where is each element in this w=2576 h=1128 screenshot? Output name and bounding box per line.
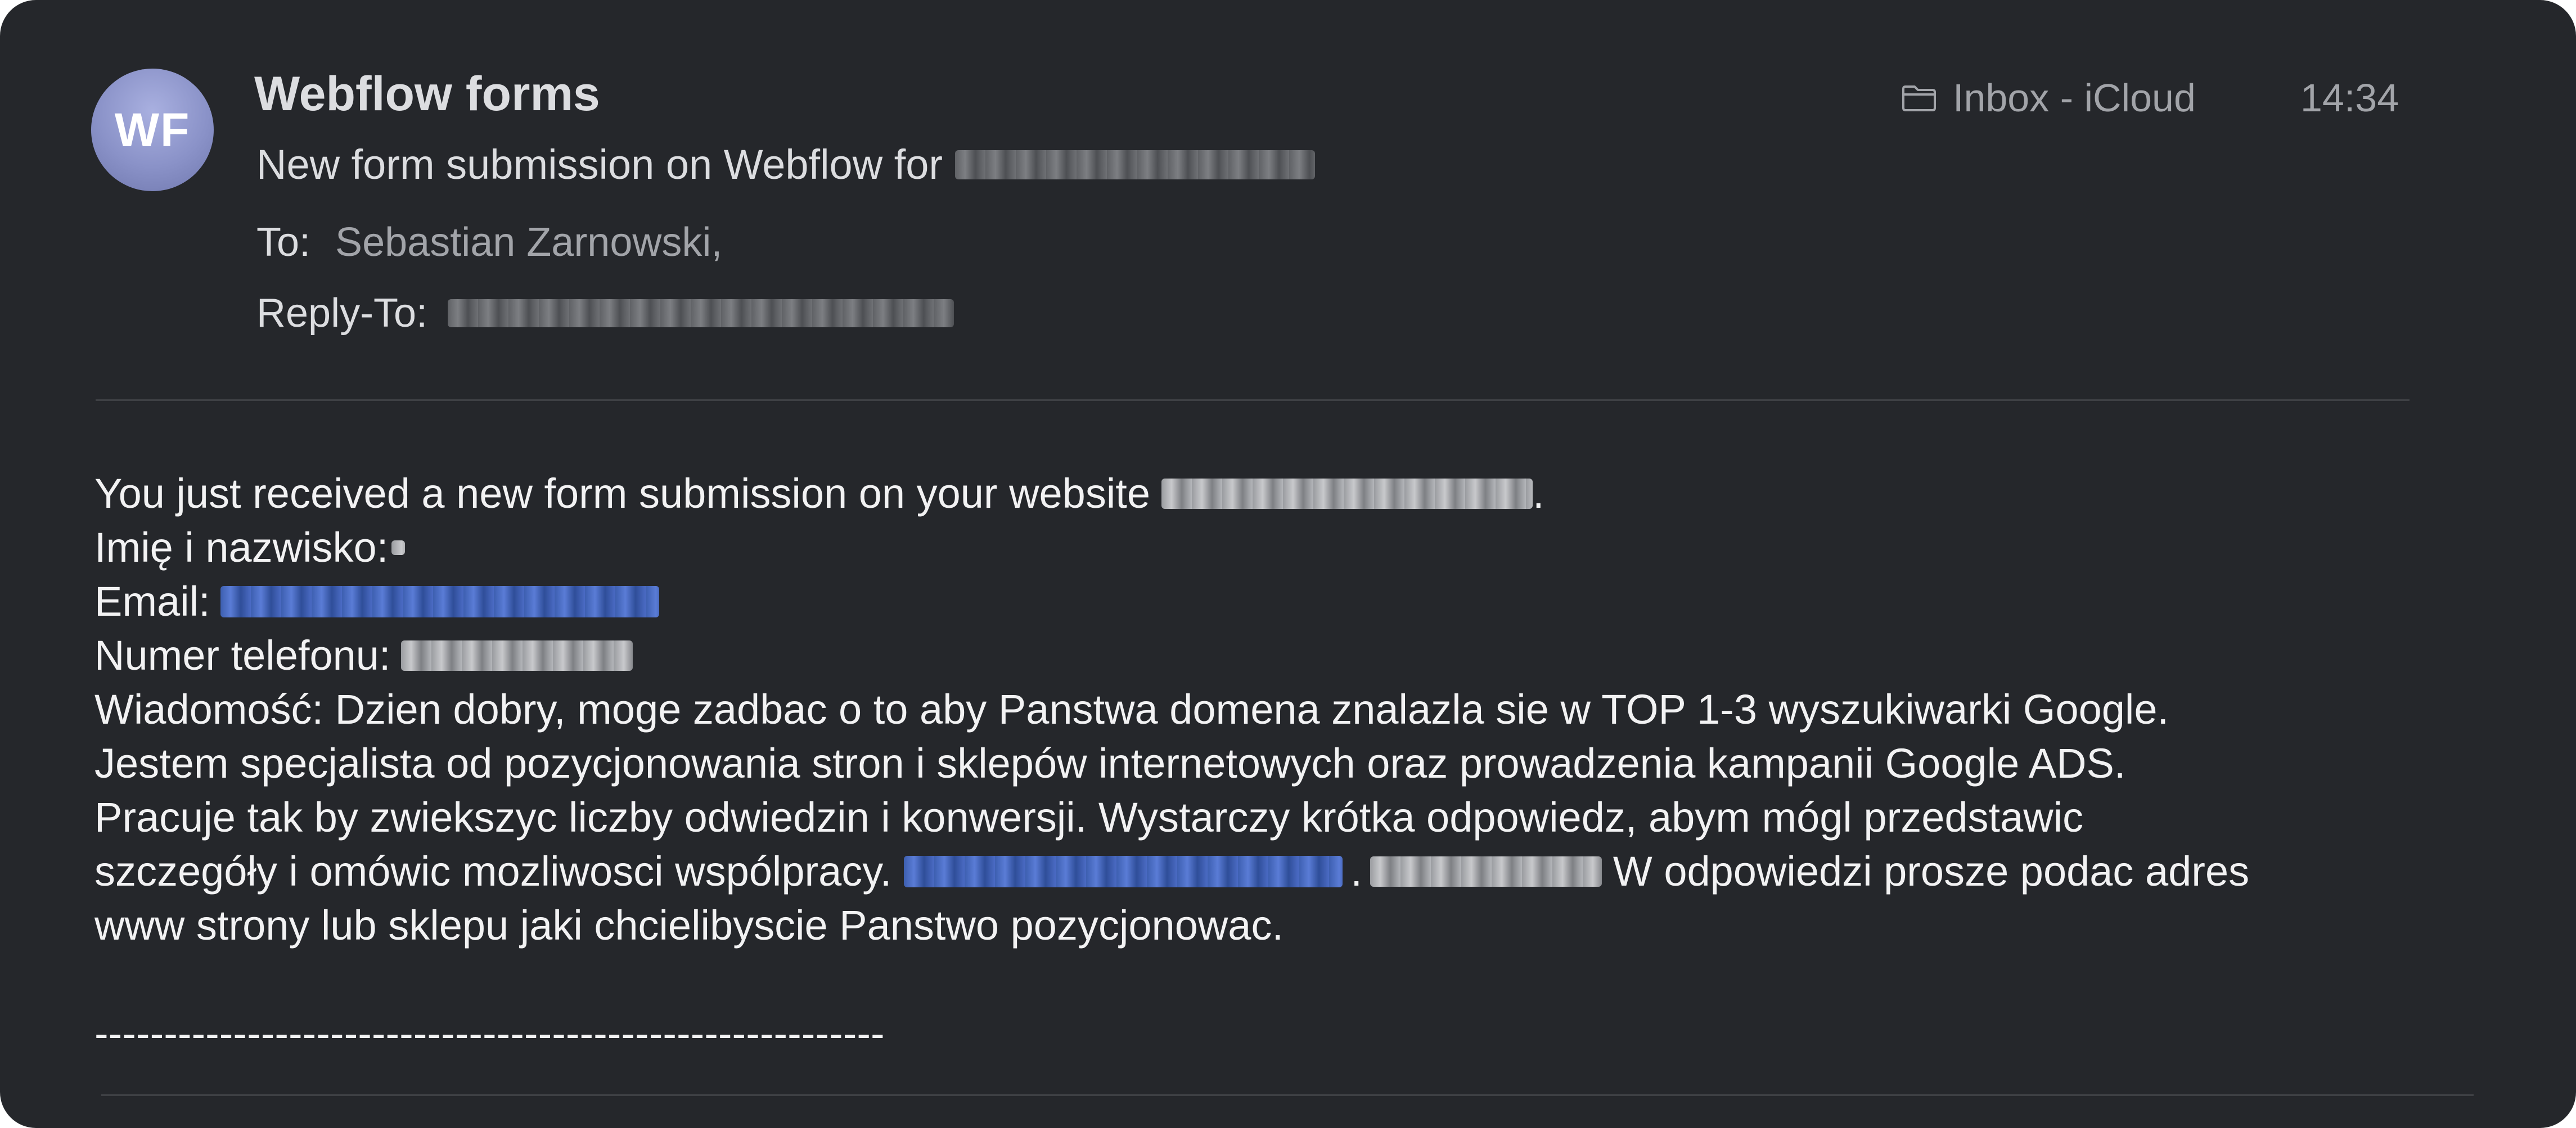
body-email-line: Email:: [94, 575, 2513, 629]
folder-icon: [1902, 85, 1936, 111]
redacted-phone: [400, 640, 633, 671]
body-message-line-1: Wiadomość: Dzien dobry, moge zadbac o to…: [94, 686, 2169, 733]
phone-label: Numer telefonu:: [94, 632, 391, 679]
message-line-4-end: W odpowiedzi prosze podac adres: [1613, 848, 2250, 895]
subject: New form submission on Webflow for: [256, 141, 1316, 188]
sender-name[interactable]: Webflow forms: [254, 66, 600, 122]
redacted-name: [391, 540, 406, 555]
body-message-line-5: www strony lub sklepu jaki chcielibyscie…: [94, 902, 1284, 949]
message-viewer: WF Webflow forms New form submission on …: [0, 0, 2576, 1128]
name-label: Imię i nazwisko:: [94, 524, 389, 571]
redacted-reply-to-address[interactable]: [448, 299, 954, 327]
redacted-phone-2: [1370, 856, 1602, 887]
redacted-website-name: [1161, 479, 1533, 509]
redacted-site-name: [955, 150, 1316, 179]
intro-period: .: [1533, 470, 1544, 517]
message-body: You just received a new form submission …: [94, 467, 2513, 1061]
body-message-line-3: Pracuje tak by zwiekszyc liczby odwiedzi…: [94, 794, 2084, 841]
body-message-line-2: Jestem specjalista od pozycjonowania str…: [94, 740, 2126, 787]
reply-to-field: Reply-To:: [256, 290, 954, 336]
to-field: To: Sebastian Zarnowski,: [256, 219, 722, 265]
body-intro-line: You just received a new form submission …: [94, 467, 2513, 521]
message-line-4-start: szczegóły i omówic mozliwosci wspólpracy…: [94, 848, 892, 895]
body-message-line-4: szczegóły i omówic mozliwosci wspólpracy…: [94, 845, 2513, 899]
redacted-email-link[interactable]: [220, 586, 659, 617]
body-separator: ----------------------------------------…: [94, 1010, 885, 1057]
reply-to-label: Reply-To:: [256, 291, 428, 336]
received-time: 14:34: [2300, 76, 2399, 120]
redacted-email-link-2[interactable]: [904, 856, 1343, 887]
email-label: Email:: [94, 578, 210, 625]
avatar-initials: WF: [114, 103, 191, 156]
subject-text: New form submission on Webflow for: [256, 141, 943, 188]
mailbox-name: Inbox - iCloud: [1953, 76, 2196, 120]
message-line-4-sep: .: [1350, 848, 1362, 895]
mailbox-indicator[interactable]: Inbox - iCloud: [1901, 75, 2196, 120]
header-divider: [96, 399, 2410, 401]
body-name-line: Imię i nazwisko:: [94, 521, 2513, 575]
to-label: To:: [256, 220, 311, 265]
intro-text: You just received a new form submission …: [94, 470, 1150, 517]
body-phone-line: Numer telefonu:: [94, 629, 2513, 683]
avatar[interactable]: WF: [91, 69, 214, 191]
to-recipient[interactable]: Sebastian Zarnowski,: [335, 219, 722, 265]
footer-divider: [101, 1094, 2474, 1096]
